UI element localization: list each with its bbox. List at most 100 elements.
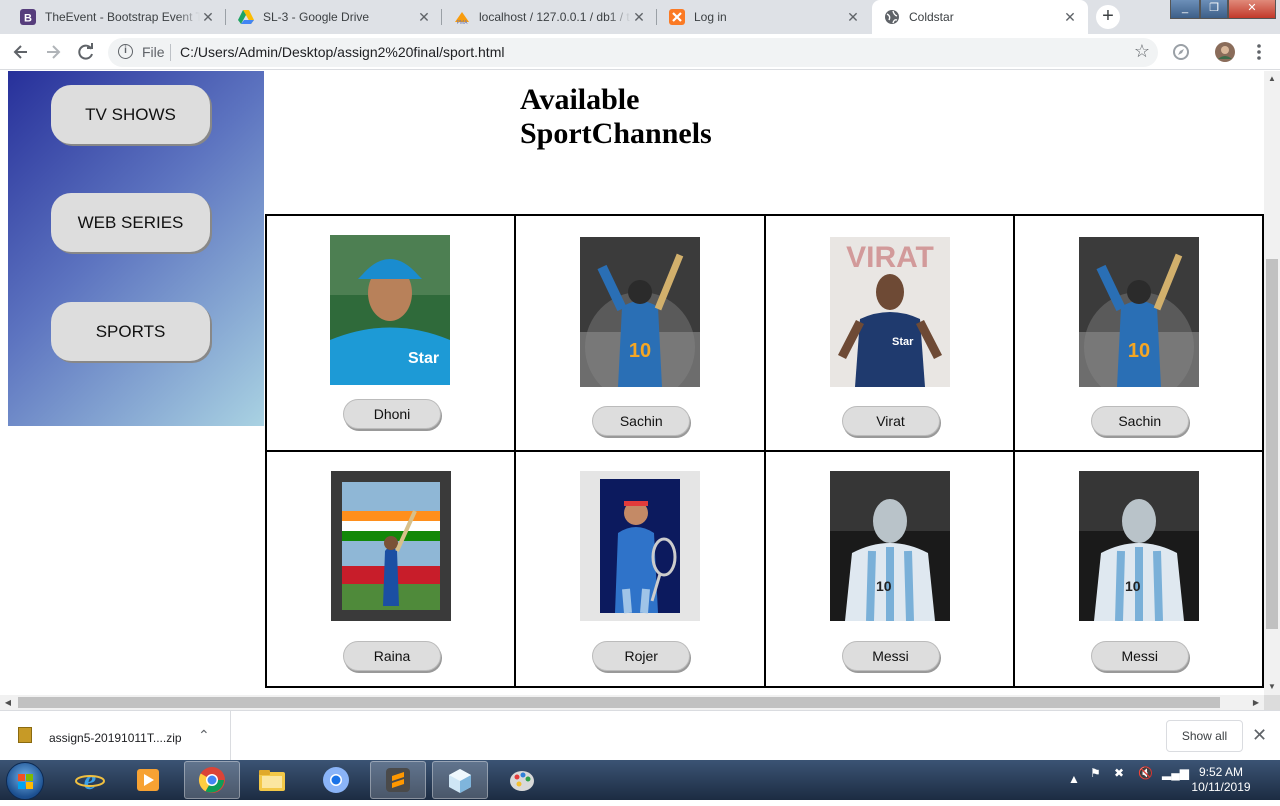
svg-text:Star: Star bbox=[892, 336, 914, 348]
channel-card: Raina bbox=[264, 450, 517, 688]
svg-text:10: 10 bbox=[629, 340, 651, 362]
globe-icon bbox=[884, 9, 900, 25]
maximize-button[interactable]: ❐ bbox=[1200, 0, 1228, 19]
bootstrap-icon: B bbox=[20, 9, 36, 25]
close-icon[interactable]: ✕ bbox=[1062, 9, 1078, 25]
svg-text:VIRAT: VIRAT bbox=[846, 241, 934, 274]
taskbar-sublime-text[interactable] bbox=[370, 761, 426, 799]
channel-button-virat[interactable]: Virat bbox=[841, 406, 940, 436]
close-icon[interactable]: ✕ bbox=[200, 9, 216, 25]
scroll-left-icon[interactable]: ◀ bbox=[0, 695, 16, 710]
channel-photo-virat[interactable]: VIRAT Star bbox=[829, 237, 950, 387]
tab-title: TheEvent - Bootstrap Event T bbox=[45, 10, 200, 24]
tab-google-drive[interactable]: SL-3 - Google Drive ✕ bbox=[226, 0, 442, 34]
taskbar-3d-app[interactable] bbox=[432, 761, 488, 799]
window-close-button[interactable]: ✕ bbox=[1228, 0, 1276, 19]
tray-expand-icon[interactable]: ▲ bbox=[1068, 772, 1080, 786]
action-center-icon[interactable]: ⚑ bbox=[1090, 766, 1101, 780]
bookmark-star-icon[interactable]: ☆ bbox=[1134, 41, 1150, 62]
taskbar-chrome[interactable] bbox=[184, 761, 240, 799]
channel-grid: Star Dhoni 10 Sachin VIRAT Star Virat 10… bbox=[264, 214, 1264, 688]
network-error-icon[interactable]: ✖ bbox=[1114, 766, 1124, 780]
channel-button-rojer[interactable]: Rojer bbox=[592, 641, 691, 671]
system-clock[interactable]: 9:52 AM 10/11/2019 bbox=[1186, 765, 1256, 795]
tab-theevent[interactable]: B TheEvent - Bootstrap Event T ✕ bbox=[8, 0, 226, 34]
taskbar-file-explorer[interactable] bbox=[244, 761, 300, 799]
channel-button-sachin[interactable]: Sachin bbox=[592, 406, 691, 436]
clock-date: 10/11/2019 bbox=[1191, 780, 1251, 794]
channel-photo-sachin[interactable]: 10 bbox=[1078, 237, 1199, 387]
tab-coldstar[interactable]: Coldstar ✕ bbox=[872, 0, 1088, 34]
tab-phpmyadmin[interactable]: PMA localhost / 127.0.0.1 / db1 / t ✕ bbox=[442, 0, 657, 34]
channel-photo-rojer[interactable] bbox=[580, 471, 701, 621]
download-item[interactable]: assign5-20191011T....zip ⌃ bbox=[0, 711, 231, 761]
channel-button-raina[interactable]: Raina bbox=[343, 641, 441, 671]
cube-icon bbox=[449, 769, 471, 793]
close-icon[interactable]: ✕ bbox=[416, 9, 432, 25]
scroll-up-icon[interactable]: ▲ bbox=[1264, 71, 1280, 87]
channel-photo-raina[interactable] bbox=[331, 471, 451, 621]
phpmyadmin-icon: PMA bbox=[454, 9, 470, 25]
channel-card: Rojer bbox=[514, 450, 766, 688]
tab-title: SL-3 - Google Drive bbox=[263, 10, 370, 24]
more-vert-icon bbox=[1257, 44, 1261, 60]
profile-avatar[interactable] bbox=[1213, 40, 1237, 64]
tab-title: Log in bbox=[694, 10, 727, 24]
scroll-thumb[interactable] bbox=[18, 697, 1220, 708]
channel-button-messi[interactable]: Messi bbox=[841, 641, 940, 671]
taskbar-media-player[interactable] bbox=[120, 761, 176, 799]
channel-photo-messi[interactable]: 10 bbox=[1078, 471, 1199, 621]
close-icon[interactable]: ✕ bbox=[1252, 725, 1267, 746]
channel-photo-sachin[interactable]: 10 bbox=[580, 237, 701, 387]
channel-photo-dhoni[interactable]: Star bbox=[330, 235, 450, 385]
media-player-icon bbox=[137, 769, 159, 791]
taskbar-internet-explorer[interactable]: e bbox=[62, 761, 118, 799]
download-file-name[interactable]: assign5-20191011T....zip bbox=[49, 731, 182, 745]
scroll-right-icon[interactable]: ▶ bbox=[1248, 695, 1264, 710]
horizontal-scrollbar[interactable]: ◀ ▶ bbox=[0, 695, 1264, 710]
show-all-button[interactable]: Show all bbox=[1166, 720, 1243, 752]
google-drive-icon bbox=[238, 9, 254, 25]
menu-button[interactable] bbox=[1247, 40, 1271, 64]
chromium-icon bbox=[323, 767, 349, 793]
web-series-button[interactable]: WEB SERIES bbox=[51, 193, 210, 252]
channel-button-messi[interactable]: Messi bbox=[1090, 641, 1189, 671]
svg-text:10: 10 bbox=[1125, 578, 1141, 594]
close-icon[interactable]: ✕ bbox=[845, 9, 861, 25]
taskbar-paint[interactable] bbox=[494, 761, 550, 799]
address-bar[interactable]: i File C:/Users/Admin/Desktop/assign2%20… bbox=[108, 38, 1158, 67]
forward-button[interactable] bbox=[41, 40, 65, 64]
start-button[interactable] bbox=[6, 762, 44, 800]
new-tab-button[interactable]: + bbox=[1096, 5, 1120, 29]
minimize-button[interactable]: _ bbox=[1170, 0, 1200, 19]
reload-icon bbox=[78, 43, 93, 60]
avatar-icon bbox=[1215, 42, 1235, 62]
vertical-scrollbar[interactable]: ▲ ▼ bbox=[1264, 71, 1280, 695]
zip-file-icon bbox=[18, 727, 32, 743]
channel-button-sachin[interactable]: Sachin bbox=[1090, 406, 1189, 436]
tv-shows-button[interactable]: TV SHOWS bbox=[51, 85, 210, 144]
channel-card: 10 Sachin bbox=[1012, 214, 1264, 452]
page-content: TV SHOWS WEB SERIES SPORTS Available Spo… bbox=[0, 71, 1264, 695]
channel-photo-messi[interactable]: 10 bbox=[829, 471, 950, 621]
chevron-up-icon[interactable]: ⌃ bbox=[198, 727, 210, 744]
tab-log-in[interactable]: Log in ✕ bbox=[657, 0, 871, 34]
info-icon[interactable]: i bbox=[118, 44, 133, 59]
volume-muted-icon[interactable]: 🔇 bbox=[1138, 766, 1153, 780]
channel-card: 10 Messi bbox=[1012, 450, 1264, 688]
extension-button[interactable] bbox=[1169, 40, 1193, 64]
scroll-thumb[interactable] bbox=[1266, 259, 1278, 629]
signal-icon[interactable]: ▂▄▆ bbox=[1162, 766, 1189, 780]
reload-button[interactable] bbox=[74, 40, 98, 64]
taskbar-chromium[interactable] bbox=[308, 761, 364, 799]
back-button[interactable] bbox=[9, 40, 33, 64]
page-title: Available SportChannels bbox=[520, 83, 712, 151]
sports-button[interactable]: SPORTS bbox=[51, 302, 210, 361]
close-icon[interactable]: ✕ bbox=[631, 9, 647, 25]
url-text[interactable]: C:/Users/Admin/Desktop/assign2%20final/s… bbox=[180, 44, 504, 60]
tab-strip: B TheEvent - Bootstrap Event T ✕ SL-3 - … bbox=[0, 0, 1280, 34]
svg-text:Star: Star bbox=[408, 350, 439, 367]
channel-button-dhoni[interactable]: Dhoni bbox=[343, 399, 441, 429]
scroll-down-icon[interactable]: ▼ bbox=[1264, 679, 1280, 695]
xampp-icon bbox=[669, 9, 685, 25]
